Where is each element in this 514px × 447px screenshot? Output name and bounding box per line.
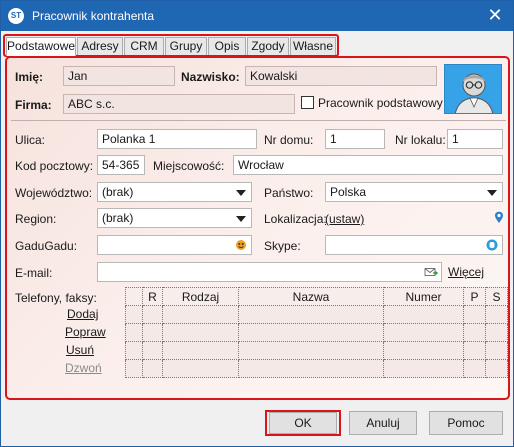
send-email-icon[interactable]	[424, 265, 438, 279]
table-row[interactable]	[125, 359, 508, 378]
first-name-label: Imię:	[15, 70, 44, 84]
location-label: Lokalizacja:	[264, 212, 327, 226]
phones-table[interactable]: R Rodzaj Nazwa Numer P S	[125, 287, 508, 378]
skype-label: Skype:	[264, 239, 301, 253]
table-header-cell[interactable]: R	[142, 287, 163, 306]
table-header-cell[interactable]: Numer	[383, 287, 464, 306]
map-pin-icon[interactable]	[494, 211, 504, 224]
help-button[interactable]: Pomoc	[429, 411, 503, 435]
chevron-down-icon	[236, 190, 246, 196]
apartment-number-field[interactable]: 1	[447, 129, 503, 149]
region-label: Region:	[15, 212, 57, 226]
email-label: E-mail:	[15, 266, 53, 280]
house-number-field[interactable]: 1	[325, 129, 385, 149]
phones-label: Telefony, faksy:	[15, 291, 97, 305]
location-set-link[interactable]: (ustaw)	[325, 212, 364, 226]
country-label: Państwo:	[264, 186, 314, 200]
city-field[interactable]: Wrocław	[233, 155, 503, 175]
add-phone-link[interactable]: Dodaj	[67, 307, 98, 321]
primary-employee-checkbox[interactable]	[301, 96, 314, 109]
table-row[interactable]	[125, 323, 508, 342]
postal-code-field[interactable]: 54-365	[97, 155, 145, 175]
more-emails-link[interactable]: Więcej	[448, 265, 484, 279]
skype-icon[interactable]	[485, 238, 499, 252]
tab-opis[interactable]: Opis	[208, 37, 246, 55]
tab-bar: Podstawowe Adresy CRM Grupy Opis Zgody W…	[3, 34, 339, 57]
cancel-button[interactable]: Anuluj	[349, 411, 417, 435]
table-row[interactable]	[125, 305, 508, 324]
street-field[interactable]: Polanka 1	[97, 129, 257, 149]
skype-field[interactable]	[325, 235, 503, 255]
province-select[interactable]: (brak)	[97, 182, 252, 202]
table-header-cell[interactable]: Rodzaj	[162, 287, 239, 306]
person-avatar-icon	[454, 73, 494, 113]
delete-phone-link[interactable]: Usuń	[66, 343, 94, 357]
dialog-window: ST Pracownik kontrahenta ✕ Podstawowe Ad…	[0, 0, 514, 447]
chevron-down-icon	[236, 216, 246, 222]
house-number-label: Nr domu:	[264, 133, 314, 147]
window-title: Pracownik kontrahenta	[32, 9, 155, 23]
tab-podstawowe[interactable]: Podstawowe	[6, 37, 76, 56]
table-header-cell	[125, 287, 143, 306]
apartment-number-label: Nr lokalu:	[395, 133, 446, 147]
title-bar[interactable]: ST Pracownik kontrahenta ✕	[1, 1, 513, 31]
table-header-cell[interactable]: P	[463, 287, 486, 306]
tab-zgody[interactable]: Zgody	[247, 37, 289, 55]
app-logo-icon: ST	[8, 8, 24, 24]
email-field[interactable]	[97, 262, 442, 282]
last-name-field[interactable]: Kowalski	[245, 66, 437, 86]
company-label: Firma:	[15, 98, 52, 112]
tab-adresy[interactable]: Adresy	[77, 37, 123, 55]
table-header-row: R Rodzaj Nazwa Numer P S	[125, 287, 508, 306]
primary-employee-label: Pracownik podstawowy	[318, 96, 443, 110]
gadugadu-icon[interactable]	[234, 238, 248, 252]
gadugadu-label: GaduGadu:	[15, 239, 78, 253]
edit-phone-link[interactable]: Popraw	[65, 325, 106, 339]
person-photo[interactable]	[444, 64, 502, 114]
country-select[interactable]: Polska	[325, 182, 503, 202]
tab-crm[interactable]: CRM	[124, 37, 164, 55]
tab-panel-podstawowe: Imię: Jan Nazwisko: Kowalski Firma: ABC …	[5, 56, 510, 400]
postal-code-label: Kod pocztowy:	[15, 159, 94, 173]
city-label: Miejscowość:	[153, 159, 225, 173]
first-name-field[interactable]: Jan	[63, 66, 175, 86]
table-row[interactable]	[125, 341, 508, 360]
divider	[11, 120, 506, 121]
region-select[interactable]: (brak)	[97, 208, 252, 228]
region-value: (brak)	[102, 211, 134, 225]
chevron-down-icon	[487, 190, 497, 196]
table-header-cell[interactable]: S	[485, 287, 508, 306]
ok-button[interactable]: OK	[269, 412, 337, 434]
province-value: (brak)	[102, 185, 134, 199]
last-name-label: Nazwisko:	[181, 70, 240, 84]
street-label: Ulica:	[15, 133, 46, 147]
tab-grupy[interactable]: Grupy	[165, 37, 207, 55]
gadugadu-field[interactable]	[97, 235, 252, 255]
company-field[interactable]: ABC s.c.	[63, 94, 295, 114]
tab-wlasne[interactable]: Własne	[290, 37, 336, 55]
country-value: Polska	[330, 185, 367, 199]
table-header-cell[interactable]: Nazwa	[238, 287, 384, 306]
call-phone-link[interactable]: Dzwoń	[65, 361, 102, 375]
province-label: Województwo:	[15, 186, 93, 200]
close-button[interactable]: ✕	[483, 4, 507, 28]
